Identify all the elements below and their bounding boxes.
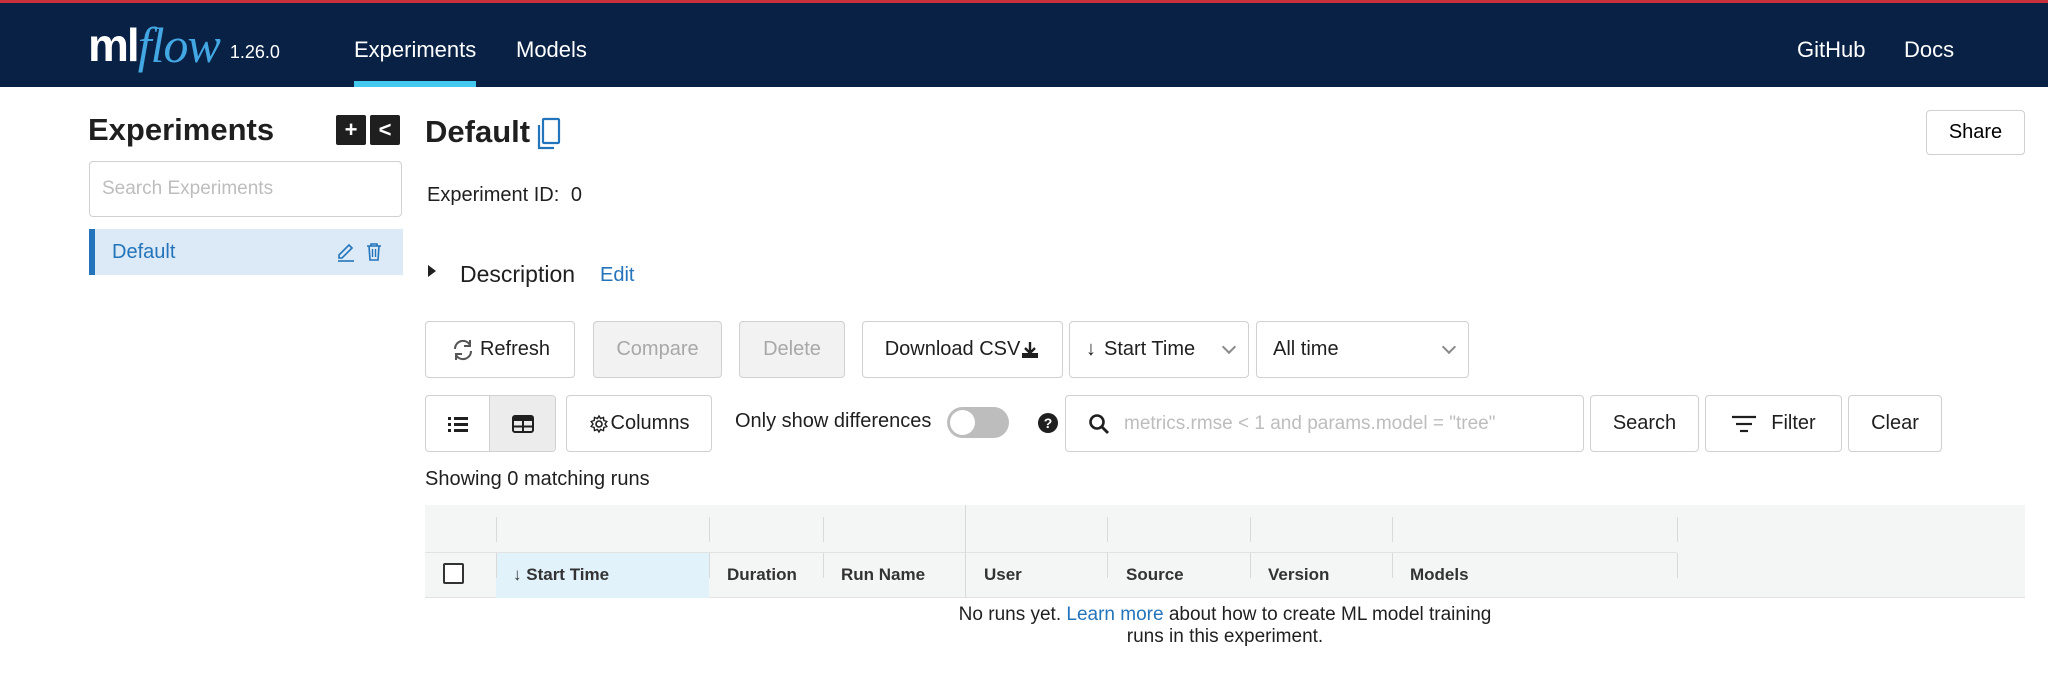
filter-button[interactable]: Filter (1705, 395, 1842, 452)
column-header-user[interactable]: User (984, 565, 1022, 585)
column-divider (823, 517, 824, 542)
column-header-models[interactable]: Models (1410, 565, 1469, 585)
column-group-separator (965, 505, 966, 598)
copy-icon[interactable] (536, 117, 562, 151)
column-divider (1677, 517, 1678, 542)
nav-github[interactable]: GitHub (1797, 3, 1865, 87)
column-header-run-name[interactable]: Run Name (841, 565, 925, 585)
column-divider (496, 553, 497, 578)
download-icon (1022, 341, 1039, 358)
page-title: Default (425, 114, 531, 149)
list-icon (447, 416, 468, 432)
search-experiments-input[interactable] (89, 161, 402, 217)
search-icon (1089, 414, 1109, 434)
column-divider (496, 517, 497, 542)
filter-label: Filter (1771, 412, 1816, 434)
refresh-icon (453, 339, 472, 360)
experiment-id: Experiment ID: 0 (427, 184, 582, 207)
chevron-down-icon (1441, 339, 1457, 355)
arrow-down-icon: ↓ (1086, 338, 1096, 360)
refresh-label: Refresh (479, 338, 551, 360)
column-divider (1250, 517, 1251, 542)
columns-label: Columns (610, 412, 690, 434)
column-header-version[interactable]: Version (1268, 565, 1329, 585)
filter-icon (1732, 415, 1757, 432)
sidebar-item-label: Default (112, 241, 176, 263)
time-range-select[interactable]: All time (1256, 321, 1469, 378)
learn-more-link[interactable]: Learn more (1066, 604, 1163, 625)
column-divider (1392, 517, 1393, 542)
download-csv-label: Download CSV (884, 338, 1021, 360)
column-divider (1107, 517, 1108, 542)
column-divider (1107, 553, 1108, 578)
run-search-input[interactable] (1124, 408, 1564, 440)
list-view-button[interactable] (426, 396, 491, 451)
trash-icon[interactable] (363, 241, 385, 263)
select-all-checkbox[interactable] (443, 563, 464, 584)
share-button[interactable]: Share (1926, 110, 2025, 155)
description-edit-link[interactable]: Edit (600, 264, 634, 287)
runs-count: Showing 0 matching runs (425, 468, 650, 490)
clear-button[interactable]: Clear (1848, 395, 1942, 452)
add-experiment-button[interactable]: + (336, 115, 366, 145)
column-divider (1250, 553, 1251, 578)
view-toggle (425, 395, 556, 452)
experiment-id-value: 0 (570, 184, 582, 206)
nav-experiments[interactable]: Experiments (354, 3, 477, 87)
empty-prefix: No runs yet. (958, 604, 1062, 625)
sort-select-value: Start Time (1104, 338, 1196, 360)
table-icon (511, 414, 534, 433)
time-range-value: All time (1273, 338, 1339, 360)
sort-arrow-down-icon: ↓ (513, 565, 522, 584)
mlflow-logo[interactable]: ml flow 1.26.0 (88, 15, 280, 75)
logo-ml-text: ml (88, 19, 140, 71)
empty-runs-message: No runs yet. Learn more about how to cre… (940, 604, 1510, 648)
table-view-button[interactable] (490, 396, 555, 451)
empty-suffix: about how to create ML model training ru… (1126, 604, 1492, 647)
columns-button[interactable]: Columns (566, 395, 712, 452)
delete-button[interactable]: Delete (739, 321, 845, 378)
chevron-down-icon (1221, 339, 1237, 355)
toggle-knob (950, 410, 975, 435)
compare-button[interactable]: Compare (593, 321, 722, 378)
logo-flow-text: flow (137, 17, 221, 73)
nav-models[interactable]: Models (516, 3, 587, 87)
column-header-label: Start Time (526, 565, 610, 584)
search-button[interactable]: Search (1590, 395, 1699, 452)
nav-docs[interactable]: Docs (1904, 3, 1954, 87)
description-toggle[interactable]: Description (460, 261, 575, 288)
column-divider (709, 517, 710, 542)
help-icon[interactable]: ? (1038, 413, 1058, 433)
runs-table: ↓ Start Time Duration Run Name User Sour… (425, 505, 2025, 598)
run-search-box (1065, 395, 1584, 452)
collapse-sidebar-button[interactable]: < (370, 115, 400, 145)
download-csv-button[interactable]: Download CSV (862, 321, 1063, 378)
column-header-duration[interactable]: Duration (727, 565, 797, 585)
column-header-source[interactable]: Source (1126, 565, 1184, 585)
only-show-differences-toggle[interactable] (947, 407, 1009, 438)
column-divider (709, 553, 710, 578)
sidebar-title: Experiments (88, 112, 275, 147)
experiment-id-label: Experiment ID: (427, 184, 560, 206)
only-show-differences-label: Only show differences (735, 410, 932, 432)
caret-right-icon[interactable] (428, 265, 436, 277)
column-divider (1392, 553, 1393, 578)
sidebar-item-default[interactable]: Default (89, 229, 403, 275)
column-header-start-time[interactable]: ↓ Start Time (513, 565, 609, 585)
top-nav-bar: ml flow 1.26.0 Experiments Models GitHub… (0, 0, 2048, 87)
edit-icon[interactable] (335, 241, 357, 263)
sort-select[interactable]: ↓ Start Time (1069, 321, 1249, 378)
refresh-button[interactable]: Refresh (425, 321, 575, 378)
column-divider (1677, 553, 1678, 578)
gear-icon (589, 414, 608, 433)
column-divider (823, 553, 824, 578)
version-label: 1.26.0 (229, 42, 280, 62)
